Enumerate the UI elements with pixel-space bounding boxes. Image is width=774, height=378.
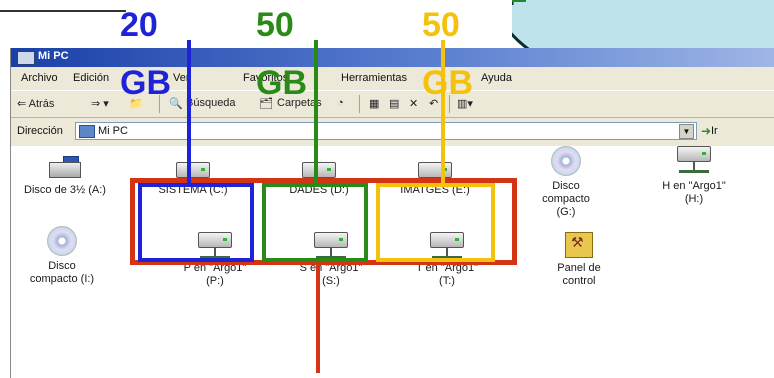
search-button[interactable]: Búsqueda (186, 97, 236, 109)
move-to-icon[interactable]: ▦ (369, 97, 379, 110)
cd-icon (551, 146, 581, 176)
address-label: Dirección (17, 125, 63, 137)
control-panel-icon (565, 232, 593, 258)
drive-item-h[interactable]: H en "Argo1" (H:) (638, 146, 750, 206)
drive-e-yellow-box (376, 183, 495, 262)
drive-label: T en "Argo1" (T:) (415, 262, 479, 287)
window-title: Mi PC (38, 50, 69, 62)
menu-archivo[interactable]: Archivo (21, 72, 58, 84)
drive-label: Disco compacto (I:) (29, 260, 95, 285)
back-button[interactable]: ⇐ Atrás (17, 97, 54, 110)
drive-c-size: 20 (120, 6, 158, 44)
copy-to-icon[interactable]: ▤ (389, 97, 399, 110)
my-computer-icon (17, 51, 35, 65)
cd-icon (47, 226, 77, 256)
drive-d-green-box (262, 183, 368, 262)
delete-icon[interactable]: ✕ (409, 97, 418, 110)
my-computer-icon (79, 125, 95, 138)
menu-edicion[interactable]: Edición (73, 72, 109, 84)
menu-ayuda[interactable]: Ayuda (481, 72, 512, 84)
yellow-pointer-line (441, 40, 445, 185)
search-icon: 🔍 (169, 98, 183, 110)
drive-item-a[interactable]: Disco de 3½ (A:) (9, 156, 121, 197)
drive-c-unit: GB (120, 64, 171, 102)
drive-item-i[interactable]: Disco compacto (I:) (27, 226, 97, 286)
forward-button[interactable]: ⇒ ▾ (91, 97, 109, 110)
drive-e-size: 50 (422, 6, 460, 44)
drive-item-g[interactable]: Disco compacto (G:) (510, 146, 622, 219)
history-icon[interactable]: ◔ (337, 97, 344, 109)
drive-label: Disco de 3½ (A:) (24, 184, 106, 196)
green-pointer-line (314, 40, 318, 185)
floppy-icon (49, 156, 81, 180)
blue-pointer-line (187, 40, 191, 185)
drive-icon (379, 156, 491, 180)
slide-stage: Mi PC Archivo Edición Ver Favoritos Herr… (0, 0, 774, 378)
red-pointer-line (316, 262, 320, 373)
drive-e-unit: GB (422, 64, 473, 102)
menu-herramientas[interactable]: Herramientas (341, 72, 407, 84)
go-button[interactable]: Ir (711, 125, 718, 137)
drive-label: Panel de control (557, 262, 601, 287)
chevron-down-icon[interactable]: ▼ (679, 124, 694, 139)
drive-label: H en "Argo1" (H:) (662, 180, 726, 205)
drive-label: Disco compacto (G:) (542, 180, 590, 218)
drive-label: P en "Argo1" (P:) (183, 262, 247, 287)
drive-icon (137, 156, 249, 180)
drive-d-unit: GB (256, 64, 307, 102)
network-drive-icon (638, 146, 750, 176)
toolbar-separator (359, 95, 360, 113)
address-bar: Dirección Mi PC ▼ ➜ Ir (11, 118, 774, 144)
drive-d-size: 50 (256, 6, 294, 44)
control-panel-item[interactable]: Panel de control (539, 232, 619, 288)
address-value: Mi PC (98, 125, 128, 137)
top-border-line (0, 0, 126, 12)
go-arrow-icon[interactable]: ➜ (701, 124, 711, 138)
drive-label: S en "Argo1" (S:) (299, 262, 363, 287)
drive-icon (263, 156, 375, 180)
address-field[interactable]: Mi PC ▼ (75, 122, 697, 140)
drive-c-blue-box (138, 183, 254, 262)
